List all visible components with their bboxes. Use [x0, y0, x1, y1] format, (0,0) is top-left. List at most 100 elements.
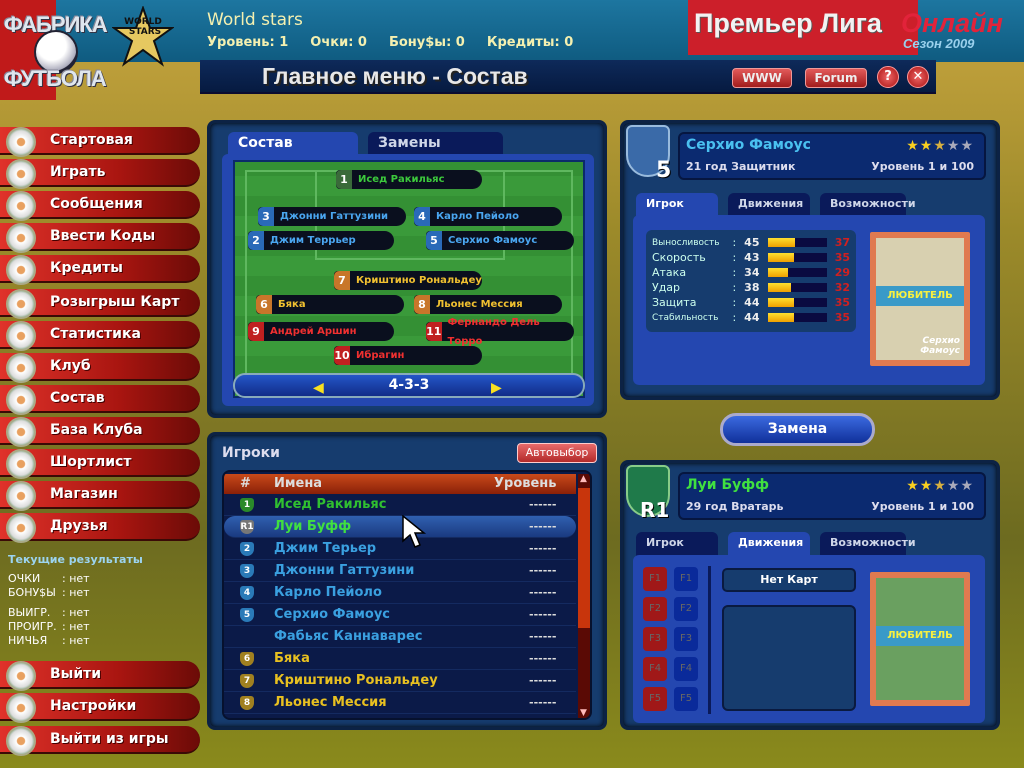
tab-abilities[interactable]: Возможности [820, 532, 916, 556]
sidebar-item-7[interactable]: Клуб [0, 353, 200, 383]
table-row[interactable]: R1 Луи Буфф ------ [224, 516, 576, 538]
shirt-number: 5 [426, 231, 442, 250]
next-formation-icon[interactable]: ▶ [491, 378, 502, 399]
tab-moves[interactable]: Движения [728, 532, 810, 556]
player-name: Исед Ракильяс [358, 174, 445, 185]
pitch-player[interactable]: 7 Криштино Рональдеу [334, 271, 482, 290]
move-key-F2[interactable]: F2 [643, 597, 667, 621]
www-button[interactable]: WWW [732, 68, 792, 88]
table-row[interactable]: 5 Серхио Фамоус ------ [224, 604, 576, 626]
sidebar-item-12[interactable]: Друзья [0, 513, 200, 543]
stat-bar [767, 298, 827, 307]
player-name: Криштино Рональдеу [356, 275, 482, 286]
forum-button[interactable]: Forum [805, 68, 867, 88]
ball-icon [6, 223, 36, 253]
ball-icon [6, 289, 36, 319]
sidebar-item-6[interactable]: Статистика [0, 321, 200, 351]
player-name: Джонни Гаттузини [274, 563, 415, 578]
sidebar-item-4[interactable]: Кредиты [0, 255, 200, 285]
brand-logo: Премьер Лига Онлайн Сезон 2009 [688, 0, 1024, 55]
table-row[interactable]: 8 Льонес Мессия ------ [224, 692, 576, 714]
sidebar-bottom-2[interactable]: Выйти из игры [0, 726, 200, 756]
ball-icon [6, 481, 36, 511]
pitch-player[interactable]: 9 Андрей Аршин [248, 322, 394, 341]
shirt-badge: R1 [240, 520, 254, 534]
tab-lineup[interactable]: Состав [228, 132, 358, 156]
tab-abilities[interactable]: Возможности [820, 193, 916, 217]
tab-substitutes[interactable]: Замены [368, 132, 503, 156]
scroll-up-icon[interactable]: ▲ [580, 474, 587, 484]
pitch-player[interactable]: 11 Фернандо Дель Торро [426, 317, 574, 347]
ball-icon [6, 385, 36, 415]
player-name: Льонес Мессия [436, 299, 523, 310]
table-row[interactable]: 2 Джим Терьер ------ [224, 538, 576, 560]
title-bar: Главное меню - Состав WWW Forum ? ✕ [200, 60, 936, 94]
table-row[interactable]: 3 Джонни Гаттузини ------ [224, 560, 576, 582]
scroll-thumb[interactable] [578, 488, 590, 628]
move-key-F1[interactable]: F1 [674, 567, 698, 591]
player-name: Бяка [274, 651, 310, 666]
sidebar-item-2[interactable]: Сообщения [0, 191, 200, 221]
move-key-F4[interactable]: F4 [643, 657, 667, 681]
formation-label: 4-3-3 [388, 377, 430, 393]
player-level: ------ [529, 520, 557, 533]
ball-icon [6, 191, 36, 221]
sidebar-item-11[interactable]: Магазин [0, 481, 200, 511]
table-row[interactable]: 4 Карло Пейоло ------ [224, 582, 576, 604]
player-level: ------ [529, 608, 557, 621]
pitch-player[interactable]: 3 Джонни Гаттузини [258, 207, 406, 226]
move-key-F1[interactable]: F1 [643, 567, 667, 591]
prev-formation-icon[interactable]: ◀ [313, 378, 324, 399]
player-name: Джонни Гаттузини [280, 211, 388, 222]
credits-stat: Кредиты: 0 [486, 35, 574, 50]
sidebar-item-9[interactable]: База Клуба [0, 417, 200, 447]
move-key-F5[interactable]: F5 [674, 687, 698, 711]
pitch-player[interactable]: 1 Исед Ракильяс [336, 170, 482, 189]
move-key-F3[interactable]: F3 [674, 627, 698, 651]
player-name: Бяка [278, 299, 306, 310]
shirt-badge: 4 [240, 586, 254, 600]
shirt-number: 1 [336, 170, 352, 189]
auto-select-button[interactable]: Автовыбор [517, 443, 597, 463]
move-key-F5[interactable]: F5 [643, 687, 667, 711]
pitch-player[interactable]: 10 Ибрагин [334, 346, 482, 365]
sidebar-bottom-0[interactable]: Выйти [0, 661, 200, 691]
sidebar-item-1[interactable]: Играть [0, 159, 200, 189]
sidebar-item-10[interactable]: Шортлист [0, 449, 200, 479]
sidebar-bottom-1[interactable]: Настройки [0, 693, 200, 723]
shirt-badge: 7 [240, 674, 254, 688]
tab-player[interactable]: Игрок [636, 532, 718, 556]
table-row[interactable]: 7 Криштино Рональдеу ------ [224, 670, 576, 692]
player-name: Андрей Аршин [270, 326, 357, 337]
shirt-badge: 3 [240, 564, 254, 578]
scroll-down-icon[interactable]: ▼ [580, 708, 587, 718]
table-row[interactable]: Фабьяс Каннаварес ------ [224, 626, 576, 648]
pitch-player[interactable]: 5 Серхио Фамоус [426, 231, 574, 250]
tab-player[interactable]: Игрок [636, 193, 718, 217]
ball-icon [6, 726, 36, 756]
sidebar-item-0[interactable]: Стартовая [0, 127, 200, 157]
help-icon[interactable]: ? [877, 66, 899, 88]
pitch-player[interactable]: 6 Бяка [256, 295, 404, 314]
sidebar-item-label: Выйти [50, 666, 102, 682]
move-key-F4[interactable]: F4 [674, 657, 698, 681]
table-row[interactable]: 1 Исед Ракильяс ------ [224, 494, 576, 516]
ball-icon [6, 127, 36, 157]
pitch-player[interactable]: 4 Карло Пейоло [414, 207, 562, 226]
sidebar-item-8[interactable]: Состав [0, 385, 200, 415]
shirt-number: 2 [248, 231, 264, 250]
sidebar-item-5[interactable]: Розыгрыш Карт [0, 289, 200, 319]
swap-button[interactable]: Замена [720, 413, 875, 446]
pitch-player[interactable]: 2 Джим Террьер [248, 231, 394, 250]
table-row[interactable]: 6 Бяка ------ [224, 648, 576, 670]
close-icon[interactable]: ✕ [907, 66, 929, 88]
tab-moves[interactable]: Движения [728, 193, 810, 217]
stat-row: Выносливость:45 37 [652, 236, 850, 249]
result-row: ПРОИГР.: нет [8, 620, 90, 633]
move-key-F3[interactable]: F3 [643, 627, 667, 651]
result-row: ВЫИГР.: нет [8, 606, 90, 619]
sidebar-item-3[interactable]: Ввести Коды [0, 223, 200, 253]
scrollbar[interactable]: ▲ ▼ [578, 474, 590, 718]
move-key-F2[interactable]: F2 [674, 597, 698, 621]
pitch-player[interactable]: 8 Льонес Мессия [414, 295, 562, 314]
